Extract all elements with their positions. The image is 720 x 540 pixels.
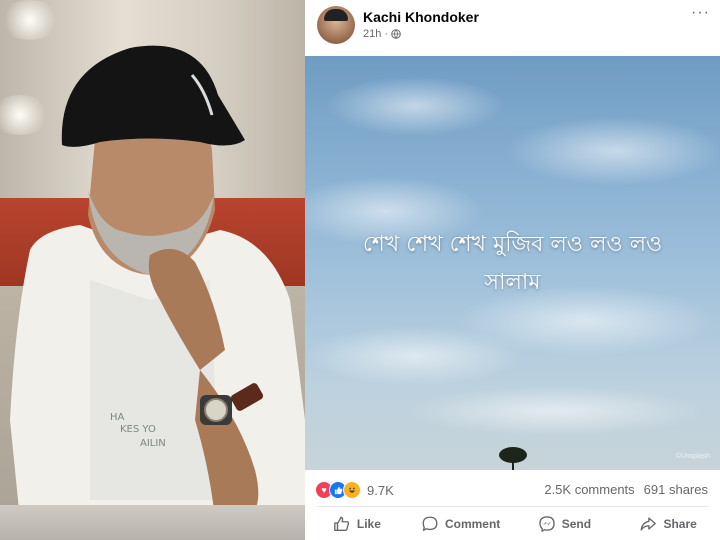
portrait-photo: HA KES YO AILIN — [0, 0, 305, 540]
post-time[interactable]: 21h — [363, 28, 381, 40]
man-figure: HA KES YO AILIN — [10, 45, 305, 520]
post-action-bar: Like Comment Send Share — [305, 507, 720, 540]
comments-shares: 2.5K comments 691 shares — [544, 482, 708, 497]
send-label: Send — [561, 516, 592, 531]
shares-count[interactable]: 691 shares — [644, 482, 708, 497]
svg-text:AILIN: AILIN — [140, 438, 166, 449]
comment-label: Comment — [444, 516, 501, 531]
facebook-post: Kachi Khondoker 21h · ··· শেখ শেখ শেখ মু… — [305, 0, 720, 540]
image-watermark: ©Unsplash — [675, 453, 710, 460]
cloud — [305, 326, 525, 386]
tree-silhouette — [499, 447, 527, 470]
share-label: Share — [663, 516, 697, 531]
share-arrow-icon — [641, 516, 657, 531]
cloud — [405, 386, 705, 436]
comments-count[interactable]: 2.5K comments — [544, 482, 634, 497]
post-stats: ♥ 9.7K 2.5K comments 691 shares — [305, 470, 720, 508]
messenger-icon — [539, 515, 555, 532]
haha-laugh-icon — [343, 481, 361, 499]
send-button[interactable]: Send — [513, 507, 617, 540]
thumbs-up-icon — [333, 516, 349, 531]
svg-text:KES YO: KES YO — [120, 424, 156, 435]
svg-text:HA: HA — [110, 412, 125, 423]
reactions-summary[interactable]: ♥ 9.7K — [315, 481, 394, 499]
like-label: Like — [356, 516, 381, 531]
reaction-count: 9.7K — [367, 482, 394, 498]
overlay-line-2: সালাম — [484, 270, 541, 295]
post-overlay-text: শেখ শেখ শেখ মুজিব লও লও লও সালাম — [305, 226, 720, 302]
cloud — [505, 116, 720, 186]
post-header: Kachi Khondoker 21h · ··· — [305, 0, 720, 56]
table-edge — [0, 505, 305, 540]
comment-button[interactable]: Comment — [409, 507, 513, 540]
cloud — [325, 76, 505, 136]
author-name[interactable]: Kachi Khondoker — [363, 9, 479, 25]
more-options-button[interactable]: ··· — [691, 4, 710, 22]
post-image[interactable]: শেখ শেখ শেখ মুজিব লও লও লও সালাম ©Unspla… — [305, 56, 720, 470]
meta-separator: · — [384, 28, 389, 40]
author-avatar[interactable] — [317, 6, 355, 44]
globe-icon — [391, 29, 401, 39]
share-button[interactable]: Share — [616, 507, 720, 540]
comment-bubble-icon — [422, 516, 438, 531]
like-button[interactable]: Like — [305, 507, 409, 540]
overlay-line-1: শেখ শেখ শেখ মুজিব লও লও লও — [362, 232, 663, 257]
post-meta: 21h · — [363, 28, 401, 40]
